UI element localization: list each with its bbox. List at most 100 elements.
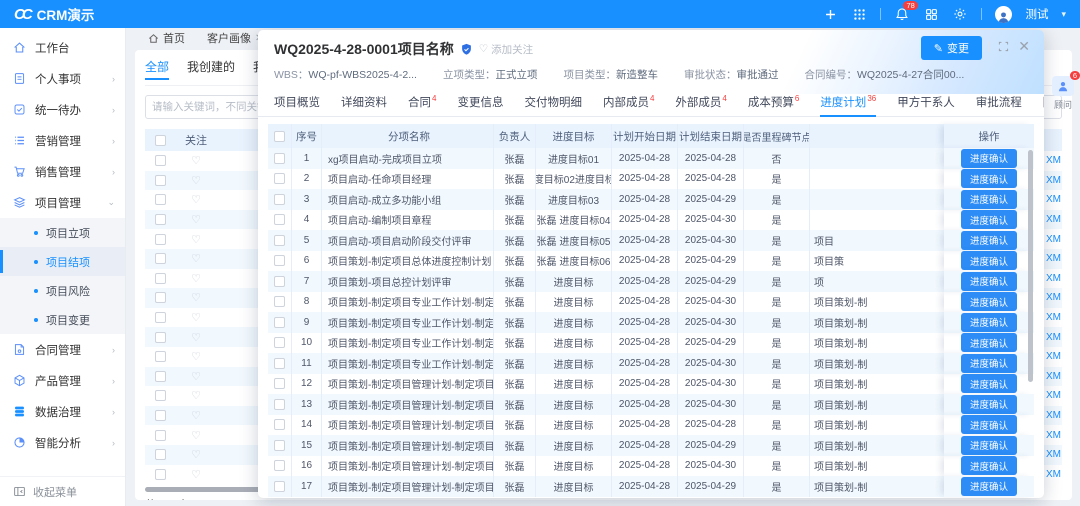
row-checkbox[interactable]: [274, 214, 285, 225]
chevron-down-icon[interactable]: ▾: [1061, 9, 1066, 20]
sidebar-item-contract[interactable]: 合同管理 ›: [0, 334, 125, 365]
sidebar-item-analytics[interactable]: 智能分析 ›: [0, 427, 125, 458]
filter-tab-0[interactable]: 全部: [145, 58, 169, 79]
row-checkbox[interactable]: [274, 235, 285, 246]
progress-confirm-button[interactable]: 进度确认: [961, 456, 1017, 475]
change-button[interactable]: ✎ 变更: [921, 36, 982, 60]
heart-icon[interactable]: ♡: [175, 272, 217, 285]
sidebar-item-marketing[interactable]: 营销管理 ›: [0, 125, 125, 156]
row-checkbox[interactable]: [155, 410, 166, 421]
sidebar-item-sales[interactable]: 销售管理 ›: [0, 156, 125, 187]
close-icon[interactable]: ✕: [1018, 39, 1030, 53]
row-checkbox[interactable]: [155, 253, 166, 264]
row-checkbox[interactable]: [274, 153, 285, 164]
collapse-menu-button[interactable]: 收起菜单: [0, 476, 125, 506]
page-tab-home[interactable]: 首页: [139, 28, 194, 48]
progress-confirm-button[interactable]: 进度确认: [961, 313, 1017, 332]
row-checkbox[interactable]: [274, 276, 285, 287]
row-checkbox[interactable]: [155, 351, 166, 362]
sidebar-item-personal[interactable]: 个人事项 ›: [0, 63, 125, 94]
row-checkbox[interactable]: [274, 337, 285, 348]
sidebar-item-product[interactable]: 产品管理 ›: [0, 365, 125, 396]
add-follow-link[interactable]: ♡ 添加关注: [479, 42, 533, 57]
sidebar-item-data-governance[interactable]: 数据治理 ›: [0, 396, 125, 427]
row-checkbox[interactable]: [274, 173, 285, 184]
row-checkbox[interactable]: [274, 255, 285, 266]
row-checkbox[interactable]: [274, 317, 285, 328]
heart-icon[interactable]: ♡: [175, 213, 217, 226]
progress-confirm-button[interactable]: 进度确认: [961, 354, 1017, 373]
tab-schedule[interactable]: 进度计划36: [820, 89, 876, 116]
heart-icon[interactable]: ♡: [175, 350, 217, 363]
row-checkbox[interactable]: [155, 155, 166, 166]
tab-contract[interactable]: 合同4: [408, 89, 436, 116]
row-checkbox[interactable]: [274, 378, 285, 389]
progress-confirm-button[interactable]: 进度确认: [961, 477, 1017, 496]
sidebar-item-project-closing[interactable]: 项目结项: [0, 247, 125, 276]
row-checkbox[interactable]: [155, 234, 166, 245]
row-checkbox[interactable]: [274, 194, 285, 205]
select-all-checkbox[interactable]: [274, 131, 285, 142]
progress-confirm-button[interactable]: 进度确认: [961, 210, 1017, 229]
tab-change-info[interactable]: 变更信息: [457, 89, 503, 116]
row-checkbox[interactable]: [155, 332, 166, 343]
sidebar-item-project-change[interactable]: 项目变更: [0, 305, 125, 334]
sidebar-item-project-risk[interactable]: 项目风险: [0, 276, 125, 305]
fullscreen-icon[interactable]: [998, 41, 1009, 52]
user-name[interactable]: 测试: [1025, 6, 1048, 22]
progress-confirm-button[interactable]: 进度确认: [961, 231, 1017, 250]
heart-icon[interactable]: ♡: [175, 193, 217, 206]
heart-icon[interactable]: ♡: [175, 468, 217, 481]
progress-confirm-button[interactable]: 进度确认: [961, 436, 1017, 455]
tab-details[interactable]: 详细资料: [341, 89, 387, 116]
heart-icon[interactable]: ♡: [175, 429, 217, 442]
progress-confirm-button[interactable]: 进度确认: [961, 272, 1017, 291]
progress-confirm-button[interactable]: 进度确认: [961, 169, 1017, 188]
filter-tab-1[interactable]: 我创建的: [187, 58, 235, 79]
tab-attachments[interactable]: 附件: [1043, 89, 1044, 116]
vertical-scrollbar[interactable]: [1028, 150, 1033, 382]
row-checkbox[interactable]: [274, 399, 285, 410]
sidebar-item-project[interactable]: 项目管理 ⌄: [0, 187, 125, 218]
progress-confirm-button[interactable]: 进度确认: [961, 415, 1017, 434]
row-checkbox[interactable]: [274, 481, 285, 492]
progress-confirm-button[interactable]: 进度确认: [961, 251, 1017, 270]
tab-budget[interactable]: 成本预算6: [748, 89, 799, 116]
row-checkbox[interactable]: [274, 460, 285, 471]
apps-grid-icon[interactable]: [851, 6, 867, 22]
row-checkbox[interactable]: [274, 440, 285, 451]
heart-icon[interactable]: ♡: [175, 370, 217, 383]
row-checkbox[interactable]: [155, 430, 166, 441]
heart-icon[interactable]: ♡: [175, 409, 217, 422]
progress-confirm-button[interactable]: 进度确认: [961, 333, 1017, 352]
heart-icon[interactable]: ♡: [175, 174, 217, 187]
row-checkbox[interactable]: [155, 469, 166, 480]
heart-icon[interactable]: ♡: [175, 252, 217, 265]
row-checkbox[interactable]: [155, 312, 166, 323]
notification-bell-icon[interactable]: 78: [894, 6, 910, 22]
advisor-float-widget[interactable]: 6 顾问: [1048, 76, 1078, 111]
row-checkbox[interactable]: [155, 390, 166, 401]
progress-confirm-button[interactable]: 进度确认: [961, 149, 1017, 168]
user-avatar[interactable]: [995, 6, 1012, 23]
gear-icon[interactable]: [952, 6, 968, 22]
progress-confirm-button[interactable]: 进度确认: [961, 190, 1017, 209]
heart-icon[interactable]: ♡: [175, 448, 217, 461]
heart-icon[interactable]: ♡: [175, 233, 217, 246]
progress-confirm-button[interactable]: 进度确认: [961, 292, 1017, 311]
mini-apps-icon[interactable]: [923, 6, 939, 22]
tab-deliverables[interactable]: 交付物明细: [524, 89, 582, 116]
row-checkbox[interactable]: [155, 214, 166, 225]
tab-overview[interactable]: 项目概览: [274, 89, 320, 116]
sidebar-item-project-initiation[interactable]: 项目立项: [0, 218, 125, 247]
row-checkbox[interactable]: [155, 175, 166, 186]
heart-icon[interactable]: ♡: [175, 291, 217, 304]
row-checkbox[interactable]: [155, 194, 166, 205]
row-checkbox[interactable]: [274, 419, 285, 430]
row-checkbox[interactable]: [155, 292, 166, 303]
sidebar-item-workbench[interactable]: 工作台: [0, 32, 125, 63]
sidebar-item-todo[interactable]: 统一待办 ›: [0, 94, 125, 125]
add-icon[interactable]: [822, 6, 838, 22]
tab-stakeholders[interactable]: 甲方干系人: [897, 89, 955, 116]
row-checkbox[interactable]: [274, 358, 285, 369]
